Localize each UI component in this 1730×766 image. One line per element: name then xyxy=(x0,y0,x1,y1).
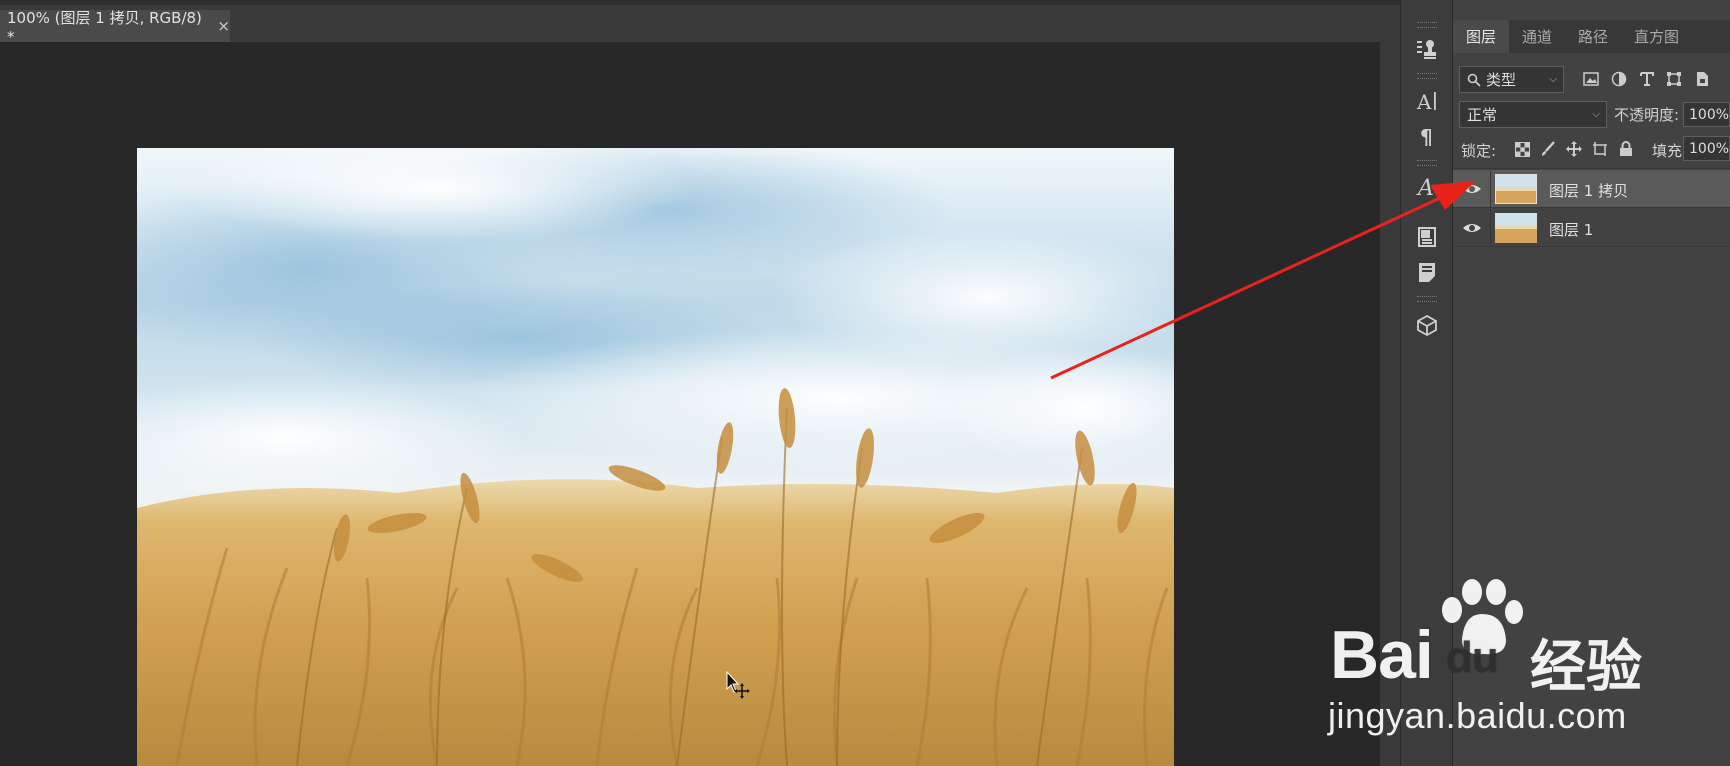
tab-channels[interactable]: 通道 xyxy=(1509,20,1565,53)
fill-field[interactable]: 100% xyxy=(1683,136,1730,161)
tab-paths[interactable]: 路径 xyxy=(1565,20,1621,53)
tab-layers[interactable]: 图层 xyxy=(1453,20,1510,53)
layer-thumbnail xyxy=(1495,174,1537,204)
paragraph-panel-icon[interactable]: ¶ xyxy=(1412,121,1442,151)
lock-position-icon[interactable] xyxy=(1563,138,1585,160)
panel-tab-bar: 图层 通道 路径 直方图 xyxy=(1453,20,1730,53)
filter-pixel-icon[interactable] xyxy=(1580,68,1602,90)
opacity-field[interactable]: 100% xyxy=(1683,102,1730,127)
layer-row-original[interactable]: 图层 1 xyxy=(1453,209,1730,247)
properties-panel-icon[interactable] xyxy=(1412,222,1442,252)
filter-adjustment-icon[interactable] xyxy=(1608,68,1630,90)
close-tab-icon[interactable]: × xyxy=(217,17,230,35)
panel-icon-column: A ¶ A xyxy=(1400,0,1453,766)
tab-histogram[interactable]: 直方图 xyxy=(1621,20,1692,53)
filter-shape-icon[interactable] xyxy=(1663,68,1685,90)
grip-handle[interactable] xyxy=(1417,22,1437,28)
document-tab[interactable]: 100% (图层 1 拷贝, RGB/8) * × xyxy=(0,9,230,46)
chevron-down-icon: ⌵ xyxy=(1592,109,1600,120)
grip-handle[interactable] xyxy=(1417,296,1437,302)
wheat-field-photo xyxy=(137,148,1174,766)
lock-all-icon[interactable] xyxy=(1615,138,1637,160)
canvas-vertical-scrollbar[interactable] xyxy=(1380,42,1400,766)
filter-icons xyxy=(1453,68,1730,90)
3d-panel-icon[interactable] xyxy=(1412,310,1442,340)
svg-text:A: A xyxy=(1416,176,1434,199)
lock-transparent-pixels-icon[interactable] xyxy=(1511,138,1533,160)
visibility-eye-icon[interactable] xyxy=(1462,179,1482,199)
lock-image-pixels-icon[interactable] xyxy=(1537,138,1559,160)
character-panel-icon[interactable]: A xyxy=(1412,86,1442,116)
clone-source-stamp-icon[interactable] xyxy=(1412,34,1442,64)
svg-text:A: A xyxy=(1416,90,1432,113)
filter-smart-object-icon[interactable] xyxy=(1691,68,1713,90)
layer-name: 图层 1 拷贝 xyxy=(1549,182,1629,200)
blend-mode-value: 正常 xyxy=(1467,106,1498,124)
divider xyxy=(1490,209,1491,247)
filter-type-icon[interactable] xyxy=(1636,68,1658,90)
layer-row-copy[interactable]: 图层 1 拷贝 xyxy=(1453,170,1730,208)
visibility-eye-icon[interactable] xyxy=(1462,218,1482,238)
blend-mode-dropdown[interactable]: 正常 ⌵ xyxy=(1459,101,1607,128)
layer-name: 图层 1 xyxy=(1549,221,1594,239)
notes-panel-icon[interactable] xyxy=(1412,257,1442,287)
fill-label: 填充: xyxy=(1652,142,1688,160)
layer-thumbnail xyxy=(1495,213,1537,243)
grip-handle[interactable] xyxy=(1417,160,1437,166)
divider xyxy=(1453,168,1730,169)
document-tab-bar: 100% (图层 1 拷贝, RGB/8) * × xyxy=(0,0,1400,46)
lock-artboard-icon[interactable] xyxy=(1589,138,1611,160)
move-cursor-icon xyxy=(726,671,750,699)
divider xyxy=(1490,170,1491,208)
grip-handle[interactable] xyxy=(1417,73,1437,79)
opacity-label: 不透明度: xyxy=(1614,106,1680,124)
svg-text:¶: ¶ xyxy=(1420,125,1433,147)
document-tab-title: 100% (图层 1 拷贝, RGB/8) * xyxy=(7,8,202,46)
layers-panel: 图层 通道 路径 直方图 类型 ⌵ 正常 ⌵ 不透明度: 100% 锁定: 填充… xyxy=(1453,0,1730,766)
glyphs-panel-icon[interactable]: A xyxy=(1412,172,1442,202)
